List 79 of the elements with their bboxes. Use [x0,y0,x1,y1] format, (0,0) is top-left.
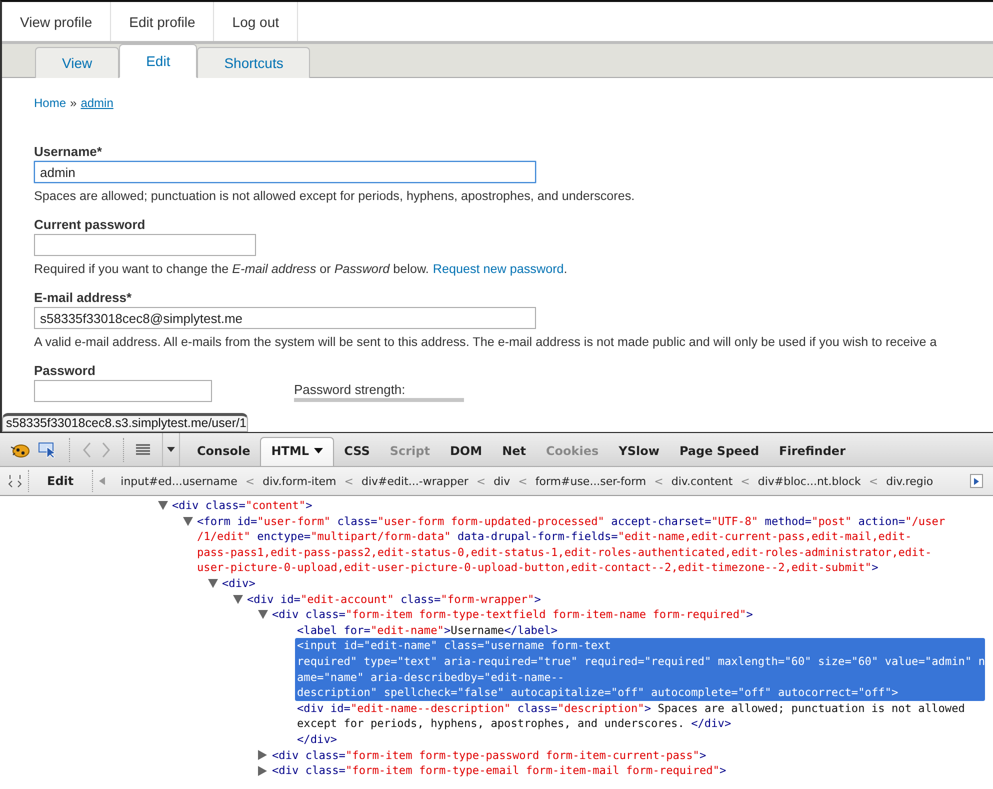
path-separator: < [740,474,750,488]
selected-code-block[interactable] [295,638,986,701]
element-path-item[interactable]: form#use...ser-form [535,474,646,488]
text-field[interactable]: s58335f33018cec8@simplytest.me [34,307,536,329]
down-triangle-icon[interactable] [233,594,243,604]
request-password-link[interactable]: Request new password [432,262,564,276]
strength-label: Password strength: [294,382,406,397]
path-separator: < [245,474,255,488]
code-line: pass-pass1,edit-pass-pass2,edit-status-0,edit-status-1,edit-roles-authenticated,edit-roles-administrator,edit- [197,544,933,560]
breadcrumb-link[interactable]: Home [34,96,66,110]
field-description: A valid e-mail address. All e-mails from the system will be sent to this address. The e-mail address is not made public and will only be used if you wish to receive a [34,335,938,349]
down-triangle-icon[interactable] [258,610,268,620]
code-line: description" spellcheck="false" autocapitalize="off" autocomplete="off" autocorrect="off"> [297,685,900,701]
down-triangle-icon[interactable] [208,579,218,588]
element-path-item[interactable]: div [494,474,510,488]
element-path-item[interactable]: div.regio [886,474,934,488]
status-url: s58335f33018cec8.s3.simplytest.me/user/1 [2,413,248,432]
code-line: except for periods, hyphens, apostrophes, and underscores. </div> [297,716,732,732]
code-line: <div id="edit-name--description" class="description"> Spaces are allowed; punctuation is not allowed [297,700,966,716]
caret-icon[interactable] [314,448,324,454]
menu-icon[interactable] [135,442,151,456]
code-line: <form id="user-form" class="user-form form-updated-processed" accept-charset="UTF-8" method="post" action="/user [197,514,946,530]
code-view-icon[interactable] [8,474,22,488]
panel-tab[interactable]: YSlow [608,437,670,466]
code-line: <label for="edit-name">Username</label> [297,622,559,638]
code-line: <div class="form-item form-type-password form-item-current-pass"> [272,748,708,764]
panel-tab[interactable]: Net [492,437,536,466]
field-label: E-mail address* [34,290,132,305]
scroll-right-icon[interactable] [974,478,979,484]
element-path-item[interactable]: input#ed...username [120,474,238,488]
element-path-item[interactable]: div.form-item [262,474,336,488]
text-field[interactable]: admin [34,161,536,183]
code-line: <div class="form-item form-type-textfield form-item-name form-required"> [272,607,754,623]
code-line: user-picture-0-upload,edit-user-picture-0-upload-button,edit-contact--2,edit-timezone--2,edit-submit"> [197,560,880,576]
element-path-item[interactable]: div.content [671,474,733,488]
right-triangle-icon[interactable] [258,750,267,760]
code-line: ame="name" aria-describedby="edit-name-- [297,670,566,686]
path-separator: < [518,474,528,488]
path-separator: < [654,474,664,488]
code-line: <input id="edit-name" class="username form-text [297,638,612,654]
field-description: Spaces are allowed; punctuation is not allowed except for periods, hyphens, apostrophes, and underscores. [34,189,636,203]
code-line: </div> [297,732,338,748]
panel-tab[interactable]: HTML [260,437,334,466]
panel-tab[interactable]: Page Speed [669,437,770,466]
field-description: Required if you want to change the E-mail address or Password below. Request new password. [34,262,568,276]
caret-icon[interactable] [167,446,175,452]
right-triangle-icon[interactable] [258,766,267,776]
breadcrumb-link[interactable]: admin [80,96,114,110]
down-triangle-icon[interactable] [158,501,168,510]
path-separator: < [868,474,878,488]
field-label: Password [34,363,96,378]
text-field[interactable] [34,380,212,402]
panel-tab[interactable]: Console [187,437,260,466]
field-label: Current password [34,217,146,232]
panel-tab[interactable]: DOM [440,437,492,466]
tab[interactable]: Edit [119,44,198,78]
tab[interactable]: View [35,47,120,78]
text-field[interactable] [34,234,256,256]
element-path-item[interactable]: div#edit...-wrapper [362,474,468,488]
down-triangle-icon[interactable] [183,516,193,526]
path-separator: < [344,474,354,488]
code-line: <div class="form-item form-type-email form-item-mail form-required"> [272,763,728,779]
panel-tab[interactable]: Firefinder [769,437,856,466]
edit-button[interactable]: Edit [35,474,86,488]
path-separator: < [476,474,486,488]
user-menu-link[interactable]: Edit profile [111,2,214,41]
code-line: /1/edit" enctype="multipart/form-data" data-drupal-form-fields="edit-name,edit-current-pass,edit-mail,edit- [197,529,913,545]
code-line: <div> [222,576,256,592]
code-line: <div id="edit-account" class="form-wrapper"> [247,592,542,608]
element-path-item[interactable]: div#bloc...nt.block [758,474,861,488]
inspect-icon[interactable] [38,440,58,458]
tab[interactable]: Shortcuts [197,47,310,78]
code-line: required" type="text" aria-required="true" required="required" maxlength="60" size="60" value="admin" n [297,654,986,670]
panel-tab[interactable]: CSS [334,437,380,466]
user-menu-link[interactable]: Log out [214,2,298,41]
field-label: Username* [34,144,102,159]
code-line: <div class="content"> [172,498,314,514]
user-menu-link[interactable]: View profile [2,2,112,41]
breadcrumb-separator: » [70,96,77,110]
